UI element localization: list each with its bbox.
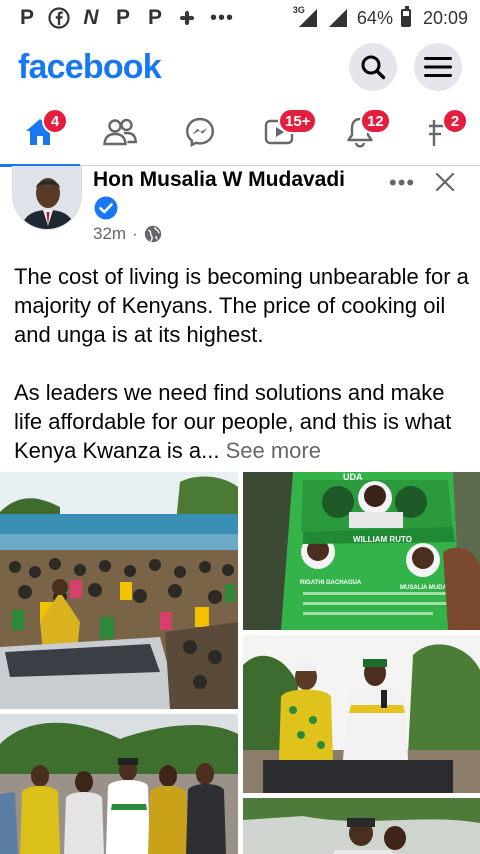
verified-badge-icon [94,196,118,220]
menu-button[interactable] [414,43,462,91]
post-photo-leaders-walking[interactable] [0,714,238,854]
poster-name-1: WILLIAM RUTO [353,535,412,544]
signal-icon [327,8,349,28]
poster-top-text: UDA [343,472,363,482]
more-notifications-icon: ••• [210,6,235,29]
status-bar: P N P P ••• 3G 64% 20:09 [0,0,480,36]
post-timestamp[interactable]: 32m [93,224,126,244]
tab-watch[interactable]: 15+ [240,98,320,166]
see-more-link[interactable]: See more [226,438,321,463]
battery-level [402,16,409,25]
tab-notifications[interactable]: 12 [320,98,400,166]
nav-tabs: 4 15+ 12 2 [0,98,480,167]
tab-messenger[interactable] [160,98,240,166]
post-options-button[interactable]: ••• [389,170,415,196]
post-author-name[interactable]: Hon Musalia W Mudavadi [93,168,345,192]
post-photo-campaign-poster[interactable]: UDA WILLIAM RUTO RIGATHI GACHAGUA MUSALI… [243,472,480,630]
watch-badge: 15+ [278,108,318,134]
tab-friends[interactable] [80,98,160,166]
tab-home[interactable]: 4 [0,98,80,167]
battery-percent: 64% [356,7,393,28]
post-photo-leaders-car[interactable] [243,635,480,793]
poster-name-2: RIGATHI GACHAGUA [300,580,362,586]
hamburger-icon [424,57,452,77]
close-icon[interactable] [434,171,456,193]
notification-p-icon: P [147,6,162,29]
meta-separator: · [132,224,138,243]
post-paragraph-truncated: As leaders we need find solutions and ma… [14,378,470,465]
tab-marketplace[interactable]: 2 [400,98,480,166]
post-paragraph: The cost of living is becoming unbearabl… [14,264,469,347]
post-photo-rally-crowd[interactable] [0,472,238,709]
post-header: Hon Musalia W Mudavadi 32m · ••• [0,166,480,252]
battery-icon [400,6,411,27]
facebook-logo[interactable]: facebook [18,48,162,87]
search-button[interactable] [349,43,397,91]
home-badge: 4 [42,108,68,134]
marketplace-badge: 2 [442,108,468,134]
clock: 20:09 [422,7,468,28]
globe-icon [144,225,161,243]
app-header: facebook [0,36,480,98]
notification-p-icon: P [19,6,34,29]
post-photo-crowd-portrait[interactable] [243,798,480,854]
post-meta: 32m · [93,224,162,244]
search-icon [361,55,386,80]
notifications-badge: 12 [360,108,391,134]
notification-n-icon: N [83,6,99,29]
messenger-icon [185,117,215,148]
notification-p-icon: P [115,6,130,29]
author-avatar[interactable] [12,166,82,230]
facebook-notification-icon [48,7,70,29]
post-body: The cost of living is becoming unbearabl… [14,262,470,465]
signal-3g-icon: 3G [293,5,319,28]
pinwheel-icon [176,7,198,29]
network-type: 3G [292,5,305,15]
friends-icon [103,118,138,146]
